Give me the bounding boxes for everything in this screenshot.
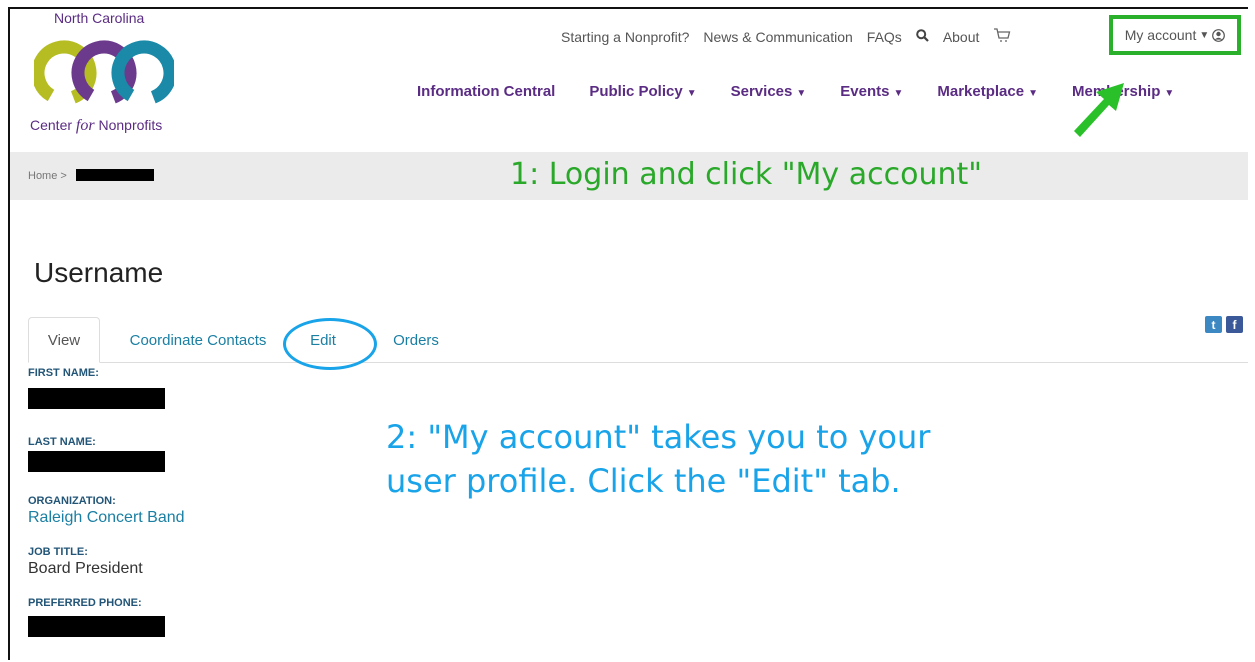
chevron-down-icon: ▼: [686, 88, 697, 99]
breadcrumb-home[interactable]: Home: [28, 170, 57, 182]
chevron-down-icon: ▼: [1199, 29, 1210, 41]
profile-tabs: View Coordinate Contacts Edit Orders: [28, 317, 1248, 363]
user-circle-icon: [1212, 28, 1226, 42]
utility-link-news[interactable]: News & Communication: [703, 29, 852, 45]
my-account-button[interactable]: My account ▼: [1109, 15, 1241, 55]
annotation-step-2-line-2: user profile. Click the "Edit" tab.: [386, 462, 901, 500]
nav-public-policy[interactable]: Public Policy ▼: [589, 83, 696, 100]
edit-highlight-circle: [283, 318, 377, 370]
chevron-down-icon: ▼: [796, 88, 807, 99]
annotation-step-2-line-1: 2: "My account" takes you to your: [386, 418, 931, 456]
first-name-label: First name:: [28, 367, 99, 379]
chevron-down-icon: ▼: [1028, 88, 1038, 99]
organization-value[interactable]: Raleigh Concert Band: [28, 509, 185, 527]
tab-view[interactable]: View: [28, 317, 100, 363]
redacted-phone: [28, 616, 165, 637]
page-title: Username: [34, 257, 164, 288]
browser-page: North Carolina Center for Nonprofits Sta…: [8, 7, 1248, 660]
nav-services[interactable]: Services ▼: [731, 83, 807, 100]
tab-coordinate-contacts[interactable]: Coordinate Contacts: [118, 317, 278, 363]
redacted-breadcrumb: [75, 169, 154, 181]
nav-information-central[interactable]: Information Central: [417, 83, 555, 100]
utility-link-about[interactable]: About: [943, 29, 980, 45]
site-logo[interactable]: North Carolina Center for Nonprofits: [30, 9, 180, 139]
annotation-step-2: 2: "My account" takes you to your user p…: [386, 415, 930, 503]
logo-rings-icon: [34, 40, 174, 106]
annotation-step-1: 1: Login and click "My account": [510, 157, 983, 192]
logo-bottom-text: Center for Nonprofits: [30, 117, 163, 134]
chevron-down-icon: ▼: [893, 88, 904, 99]
utility-link-faqs[interactable]: FAQs: [867, 29, 902, 45]
redacted-last-name: [28, 451, 165, 472]
logo-top-text: North Carolina: [54, 10, 145, 26]
tab-orders[interactable]: Orders: [386, 317, 446, 363]
my-account-label: My account: [1124, 27, 1197, 43]
preferred-phone-label: Preferred phone:: [28, 597, 142, 609]
job-title-label: Job title:: [28, 546, 88, 558]
utility-link-starting-nonprofit[interactable]: Starting a Nonprofit?: [561, 29, 689, 45]
annotation-arrow-icon: [1074, 83, 1124, 137]
organization-label: Organization:: [28, 495, 116, 507]
last-name-label: Last name:: [28, 436, 96, 448]
search-icon[interactable]: [916, 28, 929, 45]
chevron-down-icon: ▼: [1164, 88, 1175, 99]
main-nav: Information Central Public Policy ▼ Servi…: [417, 83, 1174, 100]
breadcrumb: Home >: [28, 169, 154, 182]
nav-events[interactable]: Events ▼: [840, 83, 903, 100]
cart-icon[interactable]: [993, 27, 1011, 46]
nav-marketplace[interactable]: Marketplace ▼: [937, 83, 1038, 100]
utility-nav: Starting a Nonprofit? News & Communicati…: [561, 27, 1025, 46]
job-title-value: Board President: [28, 560, 143, 577]
redacted-first-name: [28, 388, 165, 409]
breadcrumb-separator: >: [60, 170, 67, 182]
